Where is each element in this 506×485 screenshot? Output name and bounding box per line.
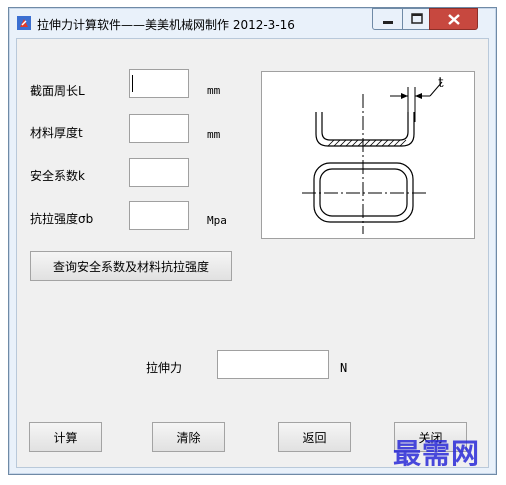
cross-section-drawing: t (302, 75, 444, 234)
dimension-arrowhead-right (415, 93, 422, 99)
maximize-icon (411, 13, 423, 24)
text-cursor (132, 75, 133, 92)
window-title: 拉伸力计算软件——美美机械网制作 2012-3-16 (37, 18, 295, 32)
lookup-button[interactable]: 查询安全系数及材料抗拉强度 (30, 251, 232, 281)
tension-force-unit: N (340, 361, 348, 375)
tensile-strength-label: 抗拉强度σb (30, 212, 94, 226)
safety-factor-label: 安全系数k (30, 169, 85, 183)
perimeter-input[interactable] (129, 69, 189, 98)
maximize-button[interactable] (402, 8, 430, 30)
client-area: 截面周长L mm 材料厚度t mm 安全系数k 抗拉强度σb Mpa t 查询安… (16, 38, 489, 468)
perimeter-unit: mm (207, 84, 221, 97)
dimension-label: t (438, 75, 444, 91)
cup-hatching (327, 139, 407, 147)
thickness-input[interactable] (129, 114, 189, 143)
close-icon (448, 14, 460, 25)
app-window: 拉伸力计算软件——美美机械网制作 2012-3-16 截面周长L mm 材料厚度… (8, 7, 497, 475)
tensile-strength-input[interactable] (129, 201, 189, 230)
title-bar[interactable]: 拉伸力计算软件——美美机械网制作 2012-3-16 (9, 8, 496, 38)
app-icon (17, 16, 31, 30)
clear-button[interactable]: 清除 (152, 422, 225, 452)
tensile-strength-unit: Mpa (207, 214, 227, 227)
thickness-unit: mm (207, 128, 221, 141)
cup-inner-profile (321, 112, 409, 141)
minimize-button[interactable] (372, 8, 403, 30)
back-button[interactable]: 返回 (278, 422, 351, 452)
calculate-button[interactable]: 计算 (29, 422, 102, 452)
dimension-arrowhead-left (401, 93, 408, 99)
close-window-button[interactable] (429, 8, 478, 30)
tension-force-label: 拉伸力 (146, 361, 183, 375)
watermark-logo: 最需网 (393, 437, 481, 470)
thickness-label: 材料厚度t (30, 126, 83, 140)
perimeter-label: 截面周长L (30, 84, 85, 98)
minimize-icon (383, 21, 393, 24)
safety-factor-input[interactable] (129, 158, 189, 187)
cross-section-diagram: t (261, 71, 475, 239)
tension-force-output[interactable] (217, 350, 329, 379)
